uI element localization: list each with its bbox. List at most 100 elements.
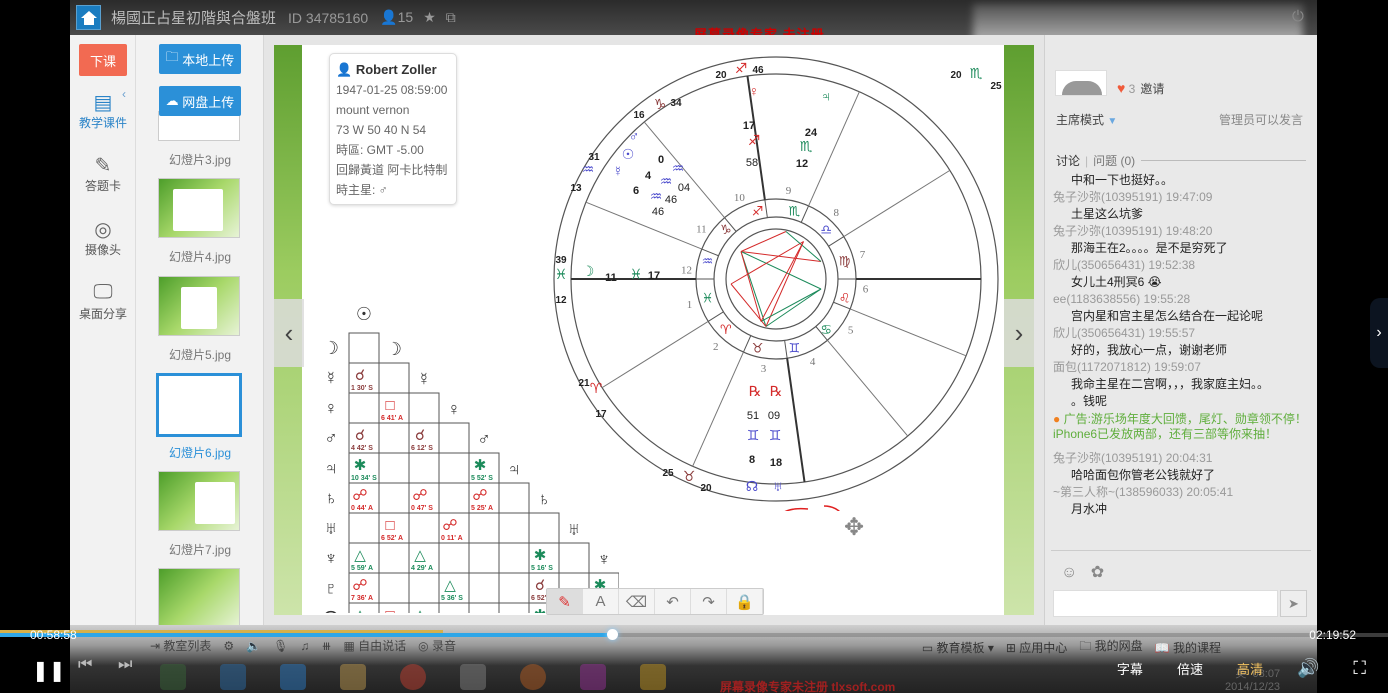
aspect-cell (408, 572, 440, 604)
local-upload-button[interactable]: 🗀 本地上传 (159, 44, 241, 74)
home-button[interactable] (76, 5, 101, 30)
planet-glyph-diagonal: ☽ (386, 339, 402, 359)
text-tool-button[interactable]: A (583, 589, 619, 614)
prev-slide-button[interactable]: ‹ (274, 299, 304, 367)
planet-glyph-diagonal: ♂ (477, 429, 491, 449)
message-sender: 兔子沙弥(10395191) 19:47:09 (1053, 190, 1213, 204)
heart-icon[interactable]: ♥ (1117, 80, 1125, 96)
flower-icon[interactable]: ✿ (1091, 564, 1104, 581)
slide-label[interactable]: 幻燈片6.jpg (136, 444, 263, 461)
side-next-button[interactable]: › (1370, 298, 1388, 368)
ad-message[interactable]: ● 广告:游乐场年度大回馈，尾灯、勋章领不停！iPhone6已发放两部，还有三部… (1045, 410, 1317, 444)
online-count: 👤15 (380, 9, 413, 26)
timezone: 時區: GMT -5.00 (336, 143, 424, 157)
cusp-label: ♐ (735, 60, 748, 76)
slide-thumb-5[interactable] (158, 276, 240, 336)
slide-thumb-4[interactable] (158, 178, 240, 238)
speed-button[interactable]: 倍速 (1177, 659, 1203, 678)
inner-sign-glyph: ♍ (839, 254, 851, 269)
cusp-label: 17 (595, 409, 607, 420)
video-player-controls: ❚❚ ⏮ ⏭ 字幕 倍速 高清 🔊 ⛶ (0, 650, 1388, 693)
next-slide-button[interactable]: › (1004, 299, 1034, 367)
end-class-button[interactable]: 下课 (79, 44, 127, 76)
quality-button[interactable]: 高清 (1237, 659, 1263, 678)
video-progress-bar[interactable] (0, 629, 1388, 640)
volume-icon[interactable]: 🔊 (1297, 658, 1319, 679)
planet-label: 09 (768, 410, 780, 422)
move-cursor-icon: ✥ (844, 514, 865, 541)
cloud-upload-button[interactable]: ☁ 网盘上传 (159, 86, 241, 116)
aspect-symbol: ✱ (474, 457, 487, 474)
popout-icon[interactable]: ⧉ (446, 9, 456, 26)
emoji-icon[interactable]: ☺ (1061, 564, 1077, 581)
planet-label: 51 (747, 410, 759, 422)
message-list[interactable]: 中和一下也挺好。。 兔子沙弥(10395191) 19:47:09 土星这么坑爹 兔子… (1045, 170, 1317, 550)
pause-button[interactable]: ❚❚ (32, 658, 66, 683)
aspect-cell (528, 512, 560, 544)
desktop-share-icon: 🖵 (93, 281, 113, 303)
aspect-symbol: ☍ (352, 577, 367, 594)
aspect-orb: 6 41' A (381, 415, 403, 422)
mode-dropdown[interactable]: 主席模式 ▼ (1056, 111, 1117, 128)
pause-icon: ❚❚ (32, 660, 66, 682)
slide-thumb-6[interactable] (156, 373, 242, 437)
slide-label[interactable]: 幻燈片4.jpg (136, 248, 263, 265)
next-icon[interactable]: ⏭ (118, 656, 132, 674)
nav-courseware[interactable]: ▤ 教学课件 (70, 90, 136, 131)
send-button[interactable]: ➤ (1280, 590, 1307, 617)
cusp-label: 21 (578, 378, 590, 389)
slide-label[interactable]: 幻燈片7.jpg (136, 541, 263, 558)
prev-icon[interactable]: ⏮ (78, 656, 92, 674)
planet-glyph-diagonal: ♀ (447, 399, 461, 419)
aspect-cell (378, 362, 410, 394)
cloud-upload-icon: ☁ (165, 93, 183, 108)
planet-label: ♂ (629, 128, 640, 144)
aspect-orb: 5 16' S (531, 565, 553, 572)
slide-thumb-8[interactable] (158, 568, 240, 625)
invite-link[interactable]: 邀请 (1140, 82, 1164, 96)
cusp-label: ♏ (970, 65, 983, 81)
nav-desktop-share[interactable]: 🖵 桌面分享 (70, 281, 136, 322)
subtitle-button[interactable]: 字幕 (1117, 659, 1143, 678)
brush-tool-button[interactable]: ✎ (547, 589, 583, 614)
redo-tool-button[interactable]: ↷ (691, 589, 727, 614)
slide-thumb-7[interactable] (158, 471, 240, 531)
inner-sign-glyph: ♊ (789, 341, 801, 356)
nav-answer-card[interactable]: ✎ 答题卡 (70, 153, 136, 194)
progress-handle[interactable] (606, 629, 618, 640)
eraser-tool-button[interactable]: ⌫ (619, 589, 655, 614)
planet-label: ℞ (770, 383, 783, 399)
inner-sign-glyph: ♌ (839, 290, 851, 305)
tab-discuss[interactable]: 讨论 (1056, 152, 1080, 169)
classroom-app: 楊國正占星初階與合盤班 ID 34785160 👤15 ★ ⧉ 屏幕录像专家 未… (70, 0, 1317, 693)
chat-input[interactable] (1053, 590, 1278, 617)
aspect-cell (408, 392, 440, 424)
aspect-orb: 5 25' A (471, 505, 493, 512)
undo-tool-button[interactable]: ↶ (655, 589, 691, 614)
inner-sign-glyph: ♓ (702, 290, 714, 305)
nav-camera[interactable]: ◎ 摄像头 (70, 217, 136, 258)
tab-questions[interactable]: 问题 (1093, 152, 1117, 169)
planet-glyph-diagonal: ♃ (507, 459, 521, 479)
slide-label[interactable]: 幻燈片5.jpg (136, 346, 263, 363)
aspect-orb: 0 44' A (351, 505, 373, 512)
aspect-cell (498, 602, 530, 613)
aspect-cell (438, 542, 470, 574)
teacher-avatar (1055, 70, 1107, 96)
aspect-symbol: ☍ (442, 517, 457, 534)
lock-tool-button[interactable]: 🔒 (727, 589, 763, 614)
chevron-left-icon: ‹ (284, 317, 294, 348)
aspect-cell (558, 542, 590, 574)
cloud-upload-label: 网盘上传 (182, 94, 235, 110)
fullscreen-icon[interactable]: ⛶ (1353, 658, 1366, 679)
message-sender: 兔子沙弥(10395191) 20:04:31 (1053, 451, 1213, 465)
aspect-orb: 5 36' S (441, 595, 463, 602)
slide-label[interactable]: 幻燈片3.jpg (136, 151, 263, 168)
courseware-icon: ▤ (93, 92, 113, 114)
aspect-symbol: △ (414, 547, 426, 564)
power-icon[interactable]: ⏻ (1292, 8, 1304, 25)
favorite-star-icon[interactable]: ★ (423, 9, 436, 26)
nav-label: 摄像头 (84, 243, 121, 257)
answer-card-icon: ✎ (94, 155, 112, 177)
cusp-label: ♒ (582, 161, 595, 177)
